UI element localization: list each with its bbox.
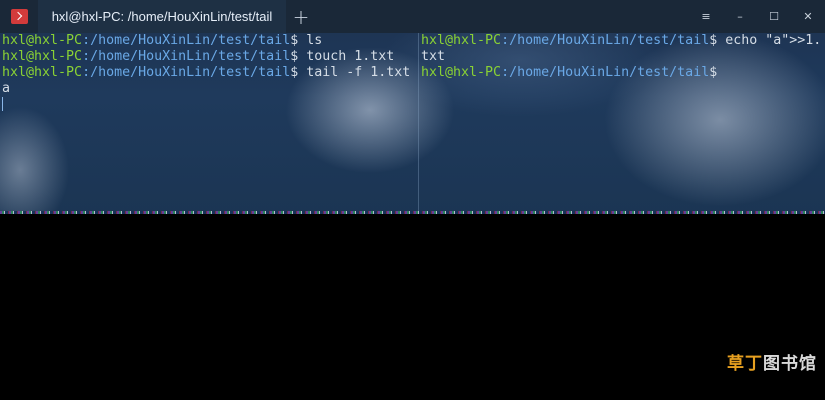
- prompt-symbol: $: [290, 65, 307, 80]
- watermark-part1: 草丁: [727, 354, 763, 374]
- prompt-user: hxl@hxl-PC: [2, 33, 83, 48]
- minimize-button[interactable]: –: [723, 0, 757, 33]
- prompt-path: :/home/HouXinLin/test/tail: [82, 49, 291, 64]
- maximize-icon: ☐: [769, 10, 779, 23]
- command-wrap: txt: [421, 49, 446, 64]
- minimize-icon: –: [737, 10, 743, 23]
- maximize-button[interactable]: ☐: [757, 0, 791, 33]
- tab-active[interactable]: hxl@hxl-PC: /home/HouXinLin/test/tail: [38, 0, 286, 33]
- command-text: echo "a">>1.: [725, 33, 822, 48]
- watermark-part2: 图书馆: [763, 354, 817, 374]
- command-text: tail -f 1.txt: [306, 65, 411, 80]
- prompt-path: :/home/HouXinLin/test/tail: [501, 65, 710, 80]
- command-output: a: [2, 81, 11, 96]
- pane-divider[interactable]: [418, 33, 419, 214]
- prompt-user: hxl@hxl-PC: [421, 33, 502, 48]
- terminal-app-icon[interactable]: [11, 9, 28, 24]
- terminal-window: hxl@hxl-PC: /home/HouXinLin/test/tail + …: [0, 0, 825, 214]
- prompt-symbol: $: [290, 33, 307, 48]
- tab-title: hxl@hxl-PC: /home/HouXinLin/test/tail: [51, 9, 273, 24]
- close-icon: ✕: [803, 10, 813, 23]
- new-tab-button[interactable]: +: [286, 0, 316, 33]
- prompt-line: hxl@hxl-PC:/home/HouXinLin/test/tail$ ec…: [421, 33, 825, 49]
- prompt-symbol: $: [290, 49, 307, 64]
- prompt-line: hxl@hxl-PC:/home/HouXinLin/test/tail$ ta…: [2, 65, 416, 81]
- prompt-user: hxl@hxl-PC: [2, 65, 83, 80]
- menu-button[interactable]: ≡: [689, 0, 723, 33]
- cursor-line: [2, 97, 416, 113]
- prompt-symbol: $: [709, 33, 726, 48]
- prompt-symbol: $: [709, 65, 718, 80]
- prompt-line: hxl@hxl-PC:/home/HouXinLin/test/tail$: [421, 65, 825, 81]
- prompt-user: hxl@hxl-PC: [2, 49, 83, 64]
- prompt-user: hxl@hxl-PC: [421, 65, 502, 80]
- close-button[interactable]: ✕: [791, 0, 825, 33]
- terminal-pane-right[interactable]: hxl@hxl-PC:/home/HouXinLin/test/tail$ ec…: [421, 33, 825, 214]
- terminal-pane-left[interactable]: hxl@hxl-PC:/home/HouXinLin/test/tail$ ls…: [2, 33, 416, 214]
- plus-icon: +: [292, 4, 310, 29]
- render-artifact-strip: [0, 211, 825, 214]
- command-text: touch 1.txt: [306, 49, 395, 64]
- prompt-path: :/home/HouXinLin/test/tail: [82, 65, 291, 80]
- hamburger-icon: ≡: [701, 10, 711, 23]
- prompt-path: :/home/HouXinLin/test/tail: [501, 33, 710, 48]
- title-bar: hxl@hxl-PC: /home/HouXinLin/test/tail + …: [0, 0, 825, 33]
- window-controls: ≡ – ☐ ✕: [689, 0, 825, 33]
- command-text: ls: [306, 33, 323, 48]
- prompt-line: hxl@hxl-PC:/home/HouXinLin/test/tail$ ls: [2, 33, 416, 49]
- text-cursor: [2, 97, 3, 111]
- watermark-logo: 草丁图书馆: [727, 349, 817, 374]
- prompt-line: hxl@hxl-PC:/home/HouXinLin/test/tail$ to…: [2, 49, 416, 65]
- prompt-path: :/home/HouXinLin/test/tail: [82, 33, 291, 48]
